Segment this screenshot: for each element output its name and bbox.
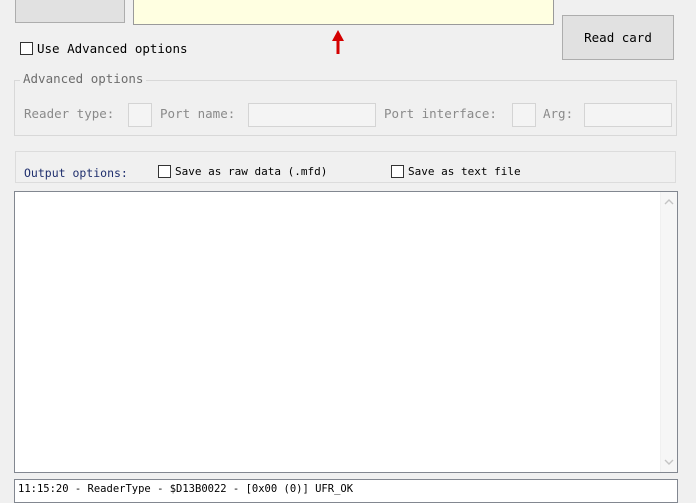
- log-line-text: 11:15:20 - ReaderType - $D13B0022 - [0x0…: [18, 483, 354, 495]
- checkbox-icon[interactable]: [391, 165, 404, 178]
- red-up-arrow-icon: [332, 30, 344, 54]
- checkbox-icon[interactable]: [20, 42, 33, 55]
- scroll-up-icon[interactable]: [664, 198, 674, 206]
- port-name-label: Port name:: [160, 106, 236, 121]
- save-text-label: Save as text file: [408, 165, 521, 178]
- checkbox-icon[interactable]: [158, 165, 171, 178]
- advanced-options-legend: Advanced options: [20, 71, 147, 86]
- save-raw-checkbox[interactable]: Save as raw data (.mfd): [158, 165, 327, 178]
- use-advanced-options-label: Use Advanced options: [37, 41, 188, 56]
- port-interface-field[interactable]: [512, 103, 536, 127]
- vertical-scrollbar[interactable]: [660, 192, 677, 472]
- save-raw-label: Save as raw data (.mfd): [175, 165, 328, 178]
- arg-label: Arg:: [543, 106, 574, 121]
- reader-type-label: Reader type:: [24, 106, 115, 121]
- reader-type-field[interactable]: [128, 103, 152, 127]
- output-options-label: Output options:: [24, 166, 128, 180]
- scroll-down-icon[interactable]: [664, 458, 674, 466]
- use-advanced-options-checkbox[interactable]: Use Advanced options: [20, 41, 188, 56]
- top-left-button[interactable]: [15, 0, 125, 23]
- save-text-checkbox[interactable]: Save as text file: [391, 165, 521, 178]
- status-log: 11:15:20 - ReaderType - $D13B0022 - [0x0…: [14, 479, 678, 503]
- port-name-field[interactable]: [248, 103, 376, 127]
- output-textarea[interactable]: [14, 191, 678, 473]
- port-interface-label: Port interface:: [384, 106, 497, 121]
- read-card-button[interactable]: Read card: [562, 15, 674, 60]
- arg-field[interactable]: [584, 103, 672, 127]
- card-data-field[interactable]: [133, 0, 554, 25]
